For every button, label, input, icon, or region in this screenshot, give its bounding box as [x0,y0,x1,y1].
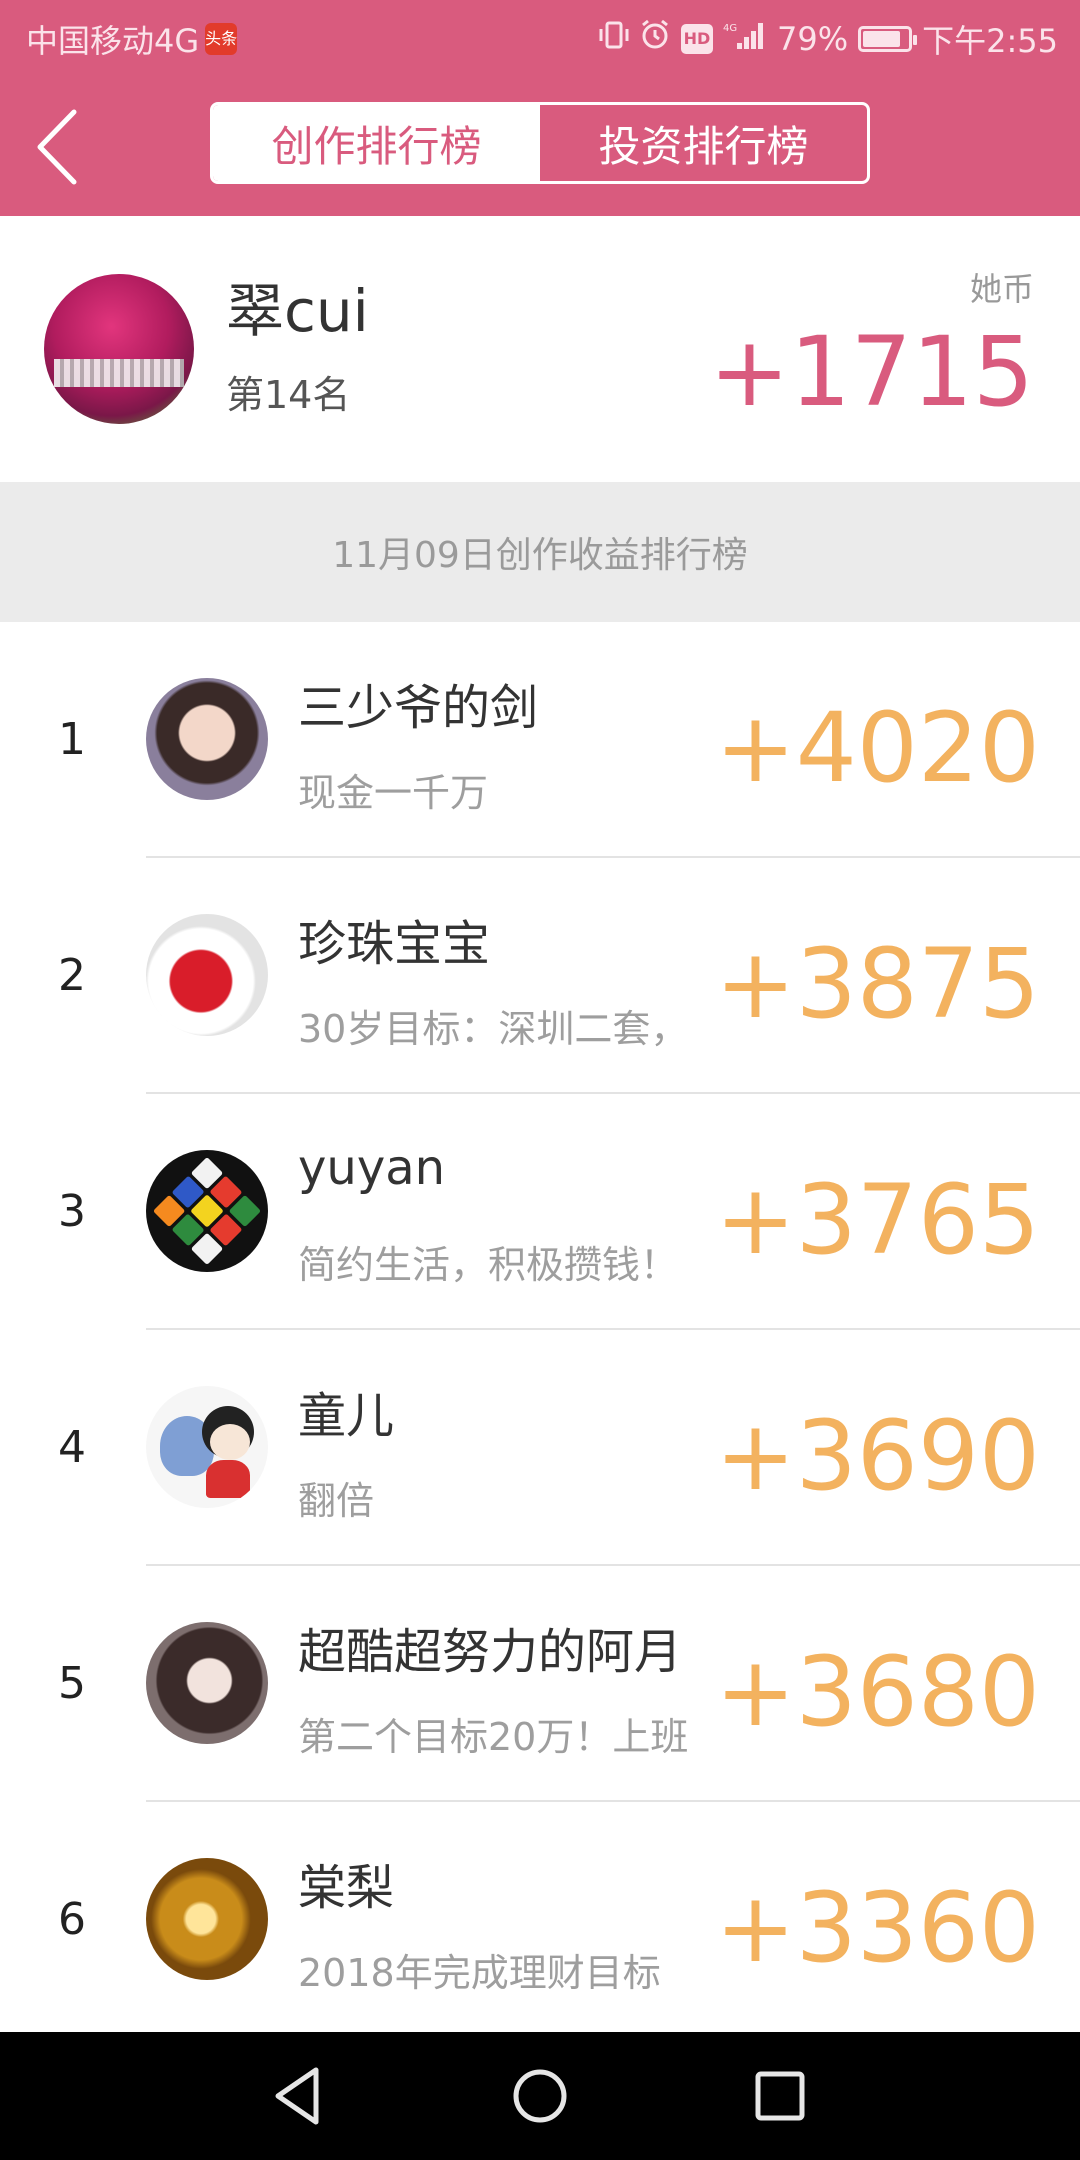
username: 珍珠宝宝 [298,916,491,972]
username: 三少爷的剑 [298,680,539,736]
score: +3875 [715,928,1040,1040]
score: +3360 [715,1872,1040,1984]
status-left: 中国移动4G 头条 [26,16,237,62]
leaderboard-title: 11月09日创作收益排行榜 [332,535,748,576]
list-item[interactable]: 1 三少爷的剑 现金一千万 +4020 [0,622,1080,858]
rank-number: 6 [58,1894,86,1945]
toutiao-app-icon: 头条 [205,23,237,55]
list-item[interactable]: 4 童儿 翻倍 +3690 [0,1330,1080,1566]
username: 童儿 [298,1388,395,1444]
battery-icon [858,26,918,52]
user-motto: 翻倍 [298,1479,375,1523]
my-rank: 第14名 [226,373,351,417]
ranking-tabs: 创作排行榜 投资排行榜 [210,102,870,184]
coin-label: 她币 [969,270,1034,308]
list-item[interactable]: 6 棠梨 2018年完成理财目标 +3360 [0,1802,1080,2038]
leaderboard-list: 1 三少爷的剑 现金一千万 +4020 2 珍珠宝宝 30岁目标：深圳二套， +… [0,622,1080,2038]
battery-percent: 79% [777,20,849,58]
alarm-icon [639,19,671,59]
avatar[interactable] [146,1150,268,1272]
user-motto: 现金一千万 [298,771,489,815]
my-score: +1715 [709,316,1034,428]
tab-investment-ranking[interactable]: 投资排行榜 [540,105,867,181]
svg-text:4G: 4G [723,23,737,34]
status-right: HD 4G 79% 下午2:55 [599,16,1058,62]
avatar[interactable] [146,1622,268,1744]
home-circle-icon[interactable] [500,2056,580,2136]
list-item[interactable]: 5 超酷超努力的阿月 第二个目标20万！上班 +3680 [0,1566,1080,1802]
score: +3690 [715,1400,1040,1512]
list-item[interactable]: 2 珍珠宝宝 30岁目标：深圳二套， +3875 [0,858,1080,1094]
avatar[interactable] [146,914,268,1036]
user-motto: 30岁目标：深圳二套， [298,1007,689,1051]
status-bar: 中国移动4G 头条 HD 4G 79% 下午2:55 [0,0,1080,74]
top-nav: 创作排行榜 投资排行榜 [0,74,1080,216]
signal-icon: 4G [723,19,767,59]
rank-number: 4 [58,1422,86,1473]
leaderboard-title-bar: 11月09日创作收益排行榜 [0,482,1080,622]
score: +3765 [715,1164,1040,1276]
user-motto: 2018年完成理财目标 [298,1951,661,1995]
user-motto: 简约生活，积极攒钱！ [298,1243,679,1287]
back-triangle-icon[interactable] [258,2056,338,2136]
my-username: 翠cui [226,277,369,345]
user-motto: 第二个目标20万！上班 [298,1715,689,1759]
vibrate-icon [599,19,629,59]
recents-square-icon[interactable] [740,2056,820,2136]
rank-number: 3 [58,1186,86,1237]
hd-icon: HD [681,24,713,54]
rank-number: 2 [58,950,86,1001]
system-nav-bar [0,2032,1080,2160]
avatar[interactable] [146,678,268,800]
score: +3680 [715,1636,1040,1748]
chevron-left-icon [37,109,77,185]
list-item[interactable]: 3 yuyan 简约生活，积极攒钱！ +3765 [0,1094,1080,1330]
back-button[interactable] [30,102,100,192]
avatar[interactable] [44,274,194,424]
username: 超酷超努力的阿月 [298,1624,683,1680]
username: yuyan [298,1140,446,1196]
score: +4020 [715,692,1040,804]
tab-creation-ranking[interactable]: 创作排行榜 [213,105,540,181]
username: 棠梨 [298,1860,395,1916]
avatar[interactable] [146,1858,268,1980]
clock: 下午2:55 [922,22,1058,60]
avatar[interactable] [146,1386,268,1508]
rank-number: 1 [58,714,86,765]
carrier-label: 中国移动4G [26,22,200,60]
my-rank-card: 翠cui 第14名 她币 +1715 [0,216,1080,482]
rank-number: 5 [58,1658,86,1709]
